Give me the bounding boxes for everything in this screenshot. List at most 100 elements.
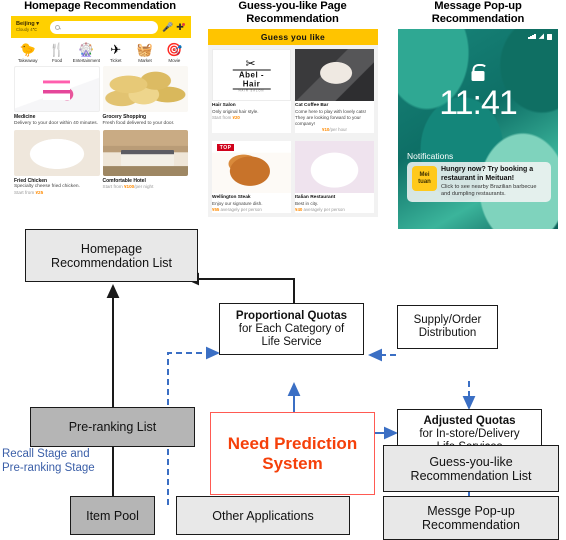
guess-app-screenshot: Guess you like ✂ Abel - Hair HAIR SALON …: [208, 29, 378, 217]
medicine-image: [14, 66, 100, 112]
product-card[interactable]: Grocery Shopping Fresh food delivered to…: [102, 66, 188, 127]
category-entertainment[interactable]: 🎡 Entertainment: [72, 42, 101, 63]
node-line: for In-store/Delivery: [419, 427, 520, 440]
product-card[interactable]: Comfortable Hotel Start from ¥100/per ni…: [102, 129, 189, 197]
guess-item[interactable]: ✂ Abel - Hair HAIR SALON Hair Salon Only…: [212, 49, 291, 133]
card-row-1: Medicine Delivery to your door within 40…: [11, 66, 191, 130]
price-value: ¥20: [232, 115, 240, 120]
notification-card[interactable]: Mei tuan Hungry now? Try booking a resta…: [407, 162, 551, 202]
city-selector[interactable]: Beijing ▾ Cloudy 4℃: [16, 21, 46, 33]
card-subtitle: Delivery to your door within 40 minutes.: [14, 120, 98, 126]
signal-icon: [528, 34, 536, 39]
card-price: Start from ¥25: [14, 190, 100, 196]
node-line: Life Service: [261, 335, 322, 348]
wifi-icon: ◢: [538, 33, 544, 40]
node-line: Distribution: [418, 327, 477, 339]
app-header: Beijing ▾ Cloudy 4℃ 🎤 ✚: [11, 16, 191, 38]
notification-detail: Click to see nearby Brazilian barbecue a…: [441, 184, 537, 197]
grocery-image: [102, 66, 188, 112]
status-bar: ◢: [528, 33, 552, 40]
node-other-applications[interactable]: Other Applications: [176, 496, 350, 535]
category-market[interactable]: 🧺 Market: [130, 42, 159, 63]
node-homepage-recommendation-list[interactable]: Homepage Recommendation List: [25, 229, 198, 282]
steak-photo-image: TOP: [212, 141, 291, 193]
node-need-prediction-system[interactable]: Need Prediction System: [210, 412, 375, 495]
salon-logo: ✂ Abel - Hair HAIR SALON: [232, 58, 271, 93]
node-supply-order-distribution[interactable]: Supply/Order Distribution: [397, 305, 498, 349]
lockscreen-clock: 11:41: [439, 84, 518, 122]
notification-body: Hungry now? Try booking a restaurant in …: [441, 166, 546, 198]
card-price: Start from ¥100/per night: [103, 184, 189, 190]
category-label: Ticket: [109, 58, 122, 63]
panel-title-homepage: Homepage Recommendation: [24, 0, 176, 12]
price-suffix: /per hour: [329, 127, 347, 132]
top-badge: TOP: [216, 144, 235, 152]
label-line-2: Pre-ranking Stage: [2, 462, 95, 474]
product-card[interactable]: Medicine Delivery to your door within 40…: [14, 66, 100, 127]
food-icon: 🍴: [48, 42, 66, 57]
product-card[interactable]: Fried Chicken Specialty cheese fried chi…: [14, 129, 100, 197]
node-item-pool[interactable]: Item Pool: [70, 496, 155, 535]
fried-chicken-image: [14, 129, 100, 176]
category-label: Entertainment: [72, 58, 100, 63]
movie-icon: 🎯: [166, 42, 183, 57]
category-food[interactable]: 🍴 Food: [42, 42, 71, 63]
item-price: ¥40 averagely per person: [295, 207, 374, 213]
guess-you-like-banner: Guess you like: [208, 29, 378, 45]
price-prefix: Start from: [14, 190, 35, 196]
weather-text: Cloudy 4℃: [16, 27, 38, 32]
ticket-icon: ✈: [110, 42, 122, 57]
node-line: Adjusted Quotas: [423, 414, 516, 427]
notification-headline: Hungry now? Try booking a restaurant in …: [441, 166, 534, 182]
category-takeaway[interactable]: 🐤 Takeaway: [13, 42, 42, 63]
lockscreen-screenshot: ◢ 11:41 Notifications Mei tuan Hungry no…: [398, 29, 558, 229]
market-icon: 🧺: [136, 42, 154, 57]
system-flow-diagram: Homepage Recommendation List Proportiona…: [0, 225, 566, 540]
panel-title-guess: Guess-you-like Page Recommendation: [238, 0, 347, 25]
node-line: Supply/Order: [413, 314, 482, 326]
microphone-icon[interactable]: 🎤: [162, 22, 174, 33]
category-movie[interactable]: 🎯 Movie: [160, 42, 189, 63]
battery-icon: [547, 33, 552, 40]
meituan-app-badge: Mei tuan: [412, 166, 437, 191]
card-row-2: Fried Chicken Specialty cheese fried chi…: [11, 129, 191, 200]
price-prefix: Start from: [212, 115, 232, 120]
guess-item[interactable]: TOP Wellington Steak Enjoy our signature…: [212, 141, 291, 213]
node-line: Recommendation List: [51, 255, 172, 270]
entertainment-icon: 🎡: [78, 42, 95, 57]
guess-item[interactable]: Cat Coffee Bar Come here to play with lo…: [295, 49, 374, 133]
node-message-popup-recommendation[interactable]: Messge Pop-up Recommendation: [383, 496, 559, 540]
node-line: Proportional Quotas: [235, 309, 348, 322]
plus-icon[interactable]: ✚: [174, 22, 186, 33]
scissors-icon: ✂: [245, 56, 258, 71]
node-line: Recommendation: [422, 518, 520, 532]
category-label: Takeaway: [17, 58, 38, 63]
hair-salon-logo-image: ✂ Abel - Hair HAIR SALON: [212, 49, 291, 101]
phone-screenshots-row: Homepage Recommendation Beijing ▾ Cloudy…: [0, 0, 566, 229]
notification-dot: [182, 22, 185, 26]
guess-item[interactable]: Italian Restaurant Best in city. ¥40 ave…: [295, 141, 374, 213]
node-line: Messge Pop-up: [427, 504, 515, 518]
category-ticket[interactable]: ✈ Ticket: [101, 42, 130, 63]
unlocked-padlock-icon: [471, 64, 488, 81]
search-input[interactable]: [50, 20, 158, 34]
node-line: for Each Category of: [238, 322, 345, 335]
category-row: 🐤 Takeaway 🍴 Food 🎡 Entertainment ✈ Ticket 🧺…: [11, 38, 191, 66]
node-pre-ranking-list[interactable]: Pre-ranking List: [30, 407, 195, 447]
price-value: ¥25: [35, 190, 44, 196]
salon-logo-name: Abel - Hair: [232, 69, 271, 90]
label-recall-and-preranking-stage: Recall Stage and Pre-ranking Stage: [2, 447, 95, 475]
node-line: Homepage: [80, 241, 143, 256]
price-value: ¥100: [123, 184, 135, 190]
price-prefix: Start from: [102, 184, 123, 190]
guess-row-1: ✂ Abel - Hair HAIR SALON Hair Salon Only…: [208, 45, 378, 137]
node-line: Guess-you-like: [429, 454, 513, 469]
hotel-image: [102, 129, 188, 176]
node-proportional-quotas[interactable]: Proportional Quotas for Each Category of…: [219, 303, 364, 355]
node-guess-you-like-recommendation-list[interactable]: Guess-you-like Recommendation List: [383, 445, 559, 492]
category-label: Movie: [168, 58, 181, 63]
italian-dish-image: [295, 141, 374, 193]
salon-logo-sub: HAIR SALON: [238, 89, 265, 93]
node-line: Need Prediction: [227, 433, 358, 453]
node-line: Item Pool: [86, 508, 139, 523]
